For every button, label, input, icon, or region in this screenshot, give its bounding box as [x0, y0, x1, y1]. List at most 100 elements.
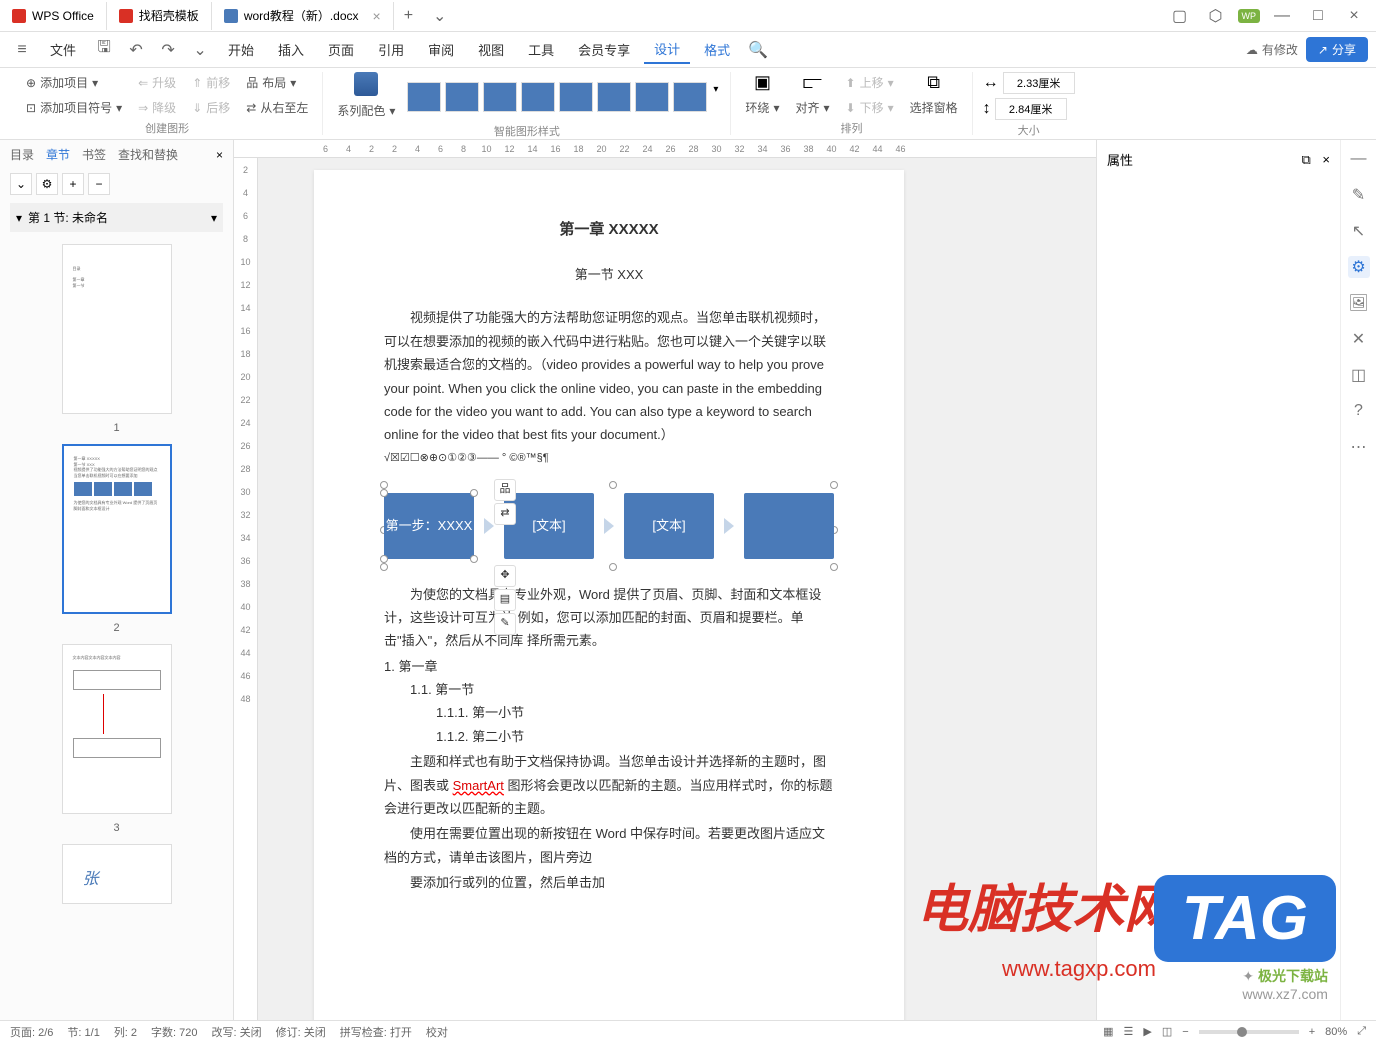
- close-button[interactable]: ×: [1340, 2, 1368, 30]
- collapse-button[interactable]: ⌄: [10, 173, 32, 195]
- gallery-more-button[interactable]: ▾: [711, 82, 720, 112]
- maximize-button[interactable]: □: [1304, 2, 1332, 30]
- view-web-icon[interactable]: ◫: [1162, 1025, 1172, 1038]
- menu-view[interactable]: 视图: [468, 36, 514, 63]
- view-outline-icon[interactable]: ☰: [1124, 1025, 1134, 1038]
- cube-icon[interactable]: ⬡: [1202, 2, 1230, 30]
- menu-insert[interactable]: 插入: [268, 36, 314, 63]
- settings-icon[interactable]: ⚙: [1348, 256, 1370, 278]
- search-icon[interactable]: 🔍: [744, 36, 772, 64]
- add-item-button[interactable]: ⊕ 添加项目 ▾: [22, 72, 126, 93]
- save-icon[interactable]: 🖫: [90, 36, 118, 64]
- share-button[interactable]: ↗ 分享: [1306, 37, 1368, 62]
- view-print-icon[interactable]: ▦: [1103, 1025, 1113, 1038]
- style-preset-5[interactable]: [559, 82, 593, 112]
- menu-start[interactable]: 开始: [218, 36, 264, 63]
- remove-section-button[interactable]: −: [88, 173, 110, 195]
- style-preset-3[interactable]: [483, 82, 517, 112]
- selection-handle[interactable]: [609, 563, 617, 571]
- minimize-button[interactable]: —: [1268, 2, 1296, 30]
- menu-format[interactable]: 格式: [694, 36, 740, 63]
- status-page[interactable]: 页面: 2/6: [10, 1024, 53, 1040]
- selection-handle[interactable]: [380, 563, 388, 571]
- tab-template[interactable]: 找稻壳模板: [107, 2, 212, 30]
- style-preset-4[interactable]: [521, 82, 555, 112]
- image-icon[interactable]: 🖼: [1348, 292, 1370, 314]
- status-spell[interactable]: 拼写检查: 打开: [340, 1024, 412, 1040]
- zoom-value[interactable]: 80%: [1325, 1026, 1347, 1038]
- status-track[interactable]: 改写: 关闭: [212, 1024, 262, 1040]
- thumb-page-3[interactable]: 文本内容文本内容文本内容: [62, 644, 172, 814]
- tab-bookmarks[interactable]: 书签: [82, 146, 106, 163]
- pen-icon[interactable]: ✎: [1348, 184, 1370, 206]
- minimize-icon[interactable]: —: [1348, 148, 1370, 170]
- edit-tool-icon[interactable]: ✎: [494, 613, 516, 635]
- menu-reference[interactable]: 引用: [368, 36, 414, 63]
- smartart-step-4[interactable]: [744, 493, 834, 559]
- tab-find-replace[interactable]: 查找和替换: [118, 146, 178, 163]
- document-page[interactable]: 第一章 XXXXX 第一节 XXX 视频提供了功能强大的方法帮助您证明您的观点。…: [314, 170, 904, 1022]
- settings-button[interactable]: ⚙: [36, 173, 58, 195]
- tab-toc[interactable]: 目录: [10, 146, 34, 163]
- menu-page[interactable]: 页面: [318, 36, 364, 63]
- select-pane-button[interactable]: 选择窗格: [906, 97, 962, 118]
- help-icon[interactable]: ?: [1348, 400, 1370, 422]
- zoom-slider[interactable]: [1199, 1030, 1299, 1034]
- style-preset-1[interactable]: [407, 82, 441, 112]
- status-section[interactable]: 节: 1/1: [67, 1024, 99, 1040]
- fit-icon[interactable]: ⤢: [1357, 1025, 1366, 1038]
- demote-button[interactable]: ⇒ 降级: [134, 97, 180, 118]
- panel-close-icon[interactable]: ×: [216, 148, 223, 162]
- status-col[interactable]: 列: 2: [114, 1024, 137, 1040]
- menu-member[interactable]: 会员专享: [568, 36, 640, 63]
- view-read-icon[interactable]: ▶: [1143, 1025, 1151, 1038]
- tab-wps-office[interactable]: WPS Office: [0, 2, 107, 30]
- add-section-button[interactable]: +: [62, 173, 84, 195]
- smartart-step-2[interactable]: [文本]: [504, 493, 594, 559]
- thumb-page-2[interactable]: 第一章 XXXXX第一节 XXX 视频提供了功能强大的方法帮助您证明您的观点当您…: [62, 444, 172, 614]
- thumb-page-4[interactable]: 张: [62, 844, 172, 904]
- status-words[interactable]: 字数: 720: [151, 1024, 197, 1040]
- dropdown-icon[interactable]: ⌄: [186, 36, 214, 64]
- more-icon[interactable]: ⋯: [1348, 436, 1370, 458]
- hamburger-icon[interactable]: ≡: [8, 36, 36, 64]
- promote-button[interactable]: ⇐ 升级: [134, 72, 180, 93]
- style-preset-7[interactable]: [635, 82, 669, 112]
- layout-button[interactable]: 品 布局 ▾: [242, 72, 312, 93]
- user-badge[interactable]: WP: [1238, 9, 1261, 23]
- add-tab-button[interactable]: +: [394, 7, 423, 25]
- close-icon[interactable]: ×: [373, 8, 381, 24]
- smartart-step-1[interactable]: 第一步：XXXX: [384, 493, 474, 559]
- height-input[interactable]: [995, 98, 1067, 120]
- move-tool-icon[interactable]: ✥: [494, 565, 516, 587]
- move-up-button[interactable]: ⬆ 上移 ▾: [842, 72, 898, 93]
- add-bullet-button[interactable]: ⊡ 添加项目符号 ▾: [22, 97, 126, 118]
- wrap-button[interactable]: 环绕 ▾: [741, 97, 783, 118]
- section-1[interactable]: ▾ 第 1 节: 未命名 ▾: [10, 203, 223, 232]
- status-proof[interactable]: 校对: [426, 1024, 448, 1040]
- width-input[interactable]: [1003, 72, 1075, 94]
- redo-icon[interactable]: ↷: [154, 36, 182, 64]
- tab-menu-button[interactable]: ⌄: [423, 6, 456, 26]
- smartart-step-3[interactable]: [文本]: [624, 493, 714, 559]
- layers-icon[interactable]: ◫: [1348, 364, 1370, 386]
- selection-handle[interactable]: [830, 481, 838, 489]
- menu-tools[interactable]: 工具: [518, 36, 564, 63]
- file-menu[interactable]: 文件: [40, 36, 86, 63]
- close-icon[interactable]: ×: [1322, 152, 1330, 167]
- style-preset-2[interactable]: [445, 82, 479, 112]
- move-before-button[interactable]: ⇑ 前移: [188, 72, 234, 93]
- pin-icon[interactable]: ⧉: [1301, 152, 1310, 167]
- align-button[interactable]: 对齐 ▾: [791, 97, 833, 118]
- move-down-button[interactable]: ⬇ 下移 ▾: [842, 97, 898, 118]
- tools-icon[interactable]: ✕: [1348, 328, 1370, 350]
- style-preset-8[interactable]: [673, 82, 707, 112]
- undo-icon[interactable]: ↶: [122, 36, 150, 64]
- selection-handle[interactable]: [380, 481, 388, 489]
- smartart-container[interactable]: 第一步：XXXX [文本] [文本] 品 ⇄: [384, 485, 834, 567]
- modify-indicator[interactable]: ☁ 有修改: [1246, 41, 1298, 58]
- rtl-button[interactable]: ⇄ 从右至左: [242, 97, 312, 118]
- menu-review[interactable]: 审阅: [418, 36, 464, 63]
- selection-handle[interactable]: [830, 563, 838, 571]
- move-after-button[interactable]: ⇓ 后移: [188, 97, 234, 118]
